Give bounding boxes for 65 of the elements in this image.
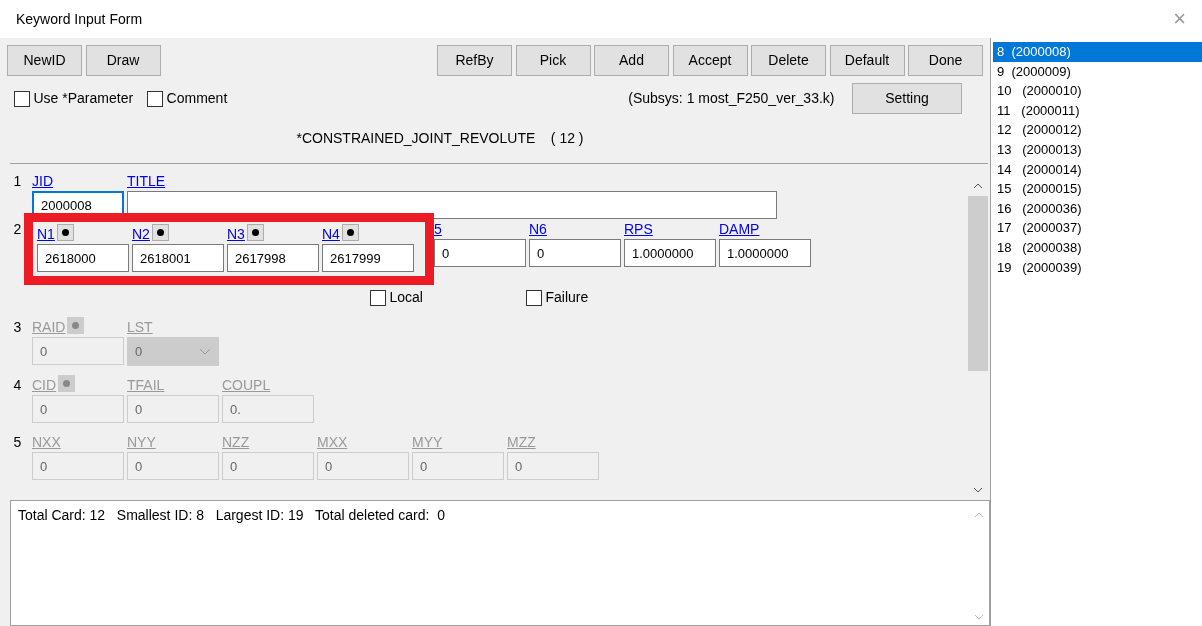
toolbar-button[interactable]: Done [908, 45, 983, 76]
list-item[interactable]: 17 (2000037) [993, 218, 1202, 238]
list-item[interactable]: 16 (2000036) [993, 198, 1202, 219]
list-item[interactable]: 18 (2000038) [993, 237, 1202, 258]
input-field[interactable]: 2617998 [227, 244, 319, 272]
input-field[interactable]: 1.0000000 [719, 239, 811, 267]
toolbar-button[interactable]: Pick [515, 45, 591, 76]
setting-button[interactable]: Setting [852, 83, 962, 114]
toolbar-button[interactable]: NewID [7, 45, 82, 76]
scroll-up-icon[interactable] [973, 182, 983, 190]
checkbox-label: Failure [545, 288, 589, 307]
list-item[interactable]: 14 (2000014) [993, 159, 1202, 180]
chevron-down-icon [199, 347, 211, 356]
toolbar-button[interactable]: Add [594, 45, 669, 76]
field-label[interactable]: TITLE [127, 171, 166, 191]
pick-button[interactable] [56, 224, 74, 241]
field-label[interactable]: N1 [37, 224, 55, 244]
toolbar-button[interactable]: RefBy [437, 45, 512, 76]
checkbox-label: Local [389, 288, 423, 307]
input-field[interactable]: 0 [529, 239, 621, 267]
row-number: 5 [13, 434, 22, 450]
checkbox[interactable] [370, 289, 386, 306]
list-item[interactable]: 9 (2000009) [993, 61, 1202, 82]
list-item[interactable]: 10 (2000010) [993, 81, 1202, 101]
field-label[interactable]: DAMP [719, 219, 760, 239]
input-field[interactable]: 0 [434, 239, 526, 267]
list-item[interactable]: 15 (2000015) [993, 179, 1202, 199]
field-label[interactable]: N2 [132, 224, 150, 244]
row-number: 4 [13, 377, 22, 393]
field-label[interactable]: N6 [529, 219, 547, 239]
input-field[interactable] [127, 191, 777, 219]
keyword-title: *CONSTRAINED_JOINT_REVOLUTE ( 12 ) [296, 130, 584, 146]
input-field[interactable]: 2618001 [132, 244, 224, 272]
checkbox[interactable] [526, 289, 542, 306]
input-field[interactable]: 2617999 [322, 244, 414, 272]
field-label[interactable]: RPS [624, 219, 653, 239]
toolbar-button[interactable]: Draw [85, 45, 161, 76]
list-item[interactable]: 13 (2000013) [993, 139, 1202, 160]
toolbar-button[interactable]: Delete [751, 45, 826, 76]
row-number: 1 [13, 173, 22, 189]
window-title: Keyword Input Form [16, 9, 143, 29]
checkbox-label: Comment [166, 89, 228, 108]
list-item[interactable]: 12 (2000012) [993, 120, 1202, 140]
checkbox-label: Use *Parameter [33, 89, 134, 108]
input-field[interactable]: 2618000 [37, 244, 129, 272]
summary-text: Total Card: 12 Smallest ID: 8 Largest ID: 19 Total deleted card: 0 [18, 506, 445, 523]
pick-button[interactable] [341, 224, 359, 241]
row-number: 2 [13, 221, 22, 237]
field-label[interactable]: 5 [434, 219, 442, 239]
field-label[interactable]: N4 [322, 224, 340, 244]
input-field[interactable]: 1.0000000 [624, 239, 716, 267]
checkbox[interactable] [14, 90, 30, 107]
toolbar-button[interactable]: Default [829, 45, 905, 76]
field-label[interactable]: JID [32, 171, 53, 191]
pick-button[interactable] [246, 224, 264, 241]
list-item[interactable]: 8 (2000008) [993, 42, 1202, 62]
list-item[interactable]: 11 (2000011) [993, 100, 1202, 121]
list-item[interactable]: 19 (2000039) [993, 257, 1202, 278]
subsys-label: (Subsys: 1 most_F250_ver_33.k) [628, 89, 835, 108]
toolbar-button[interactable]: Accept [672, 45, 748, 76]
checkbox[interactable] [147, 90, 164, 107]
row-number: 3 [13, 319, 22, 335]
field-label[interactable]: N3 [227, 224, 245, 244]
scroll-down-icon[interactable] [973, 486, 983, 494]
pick-button[interactable] [151, 224, 169, 241]
